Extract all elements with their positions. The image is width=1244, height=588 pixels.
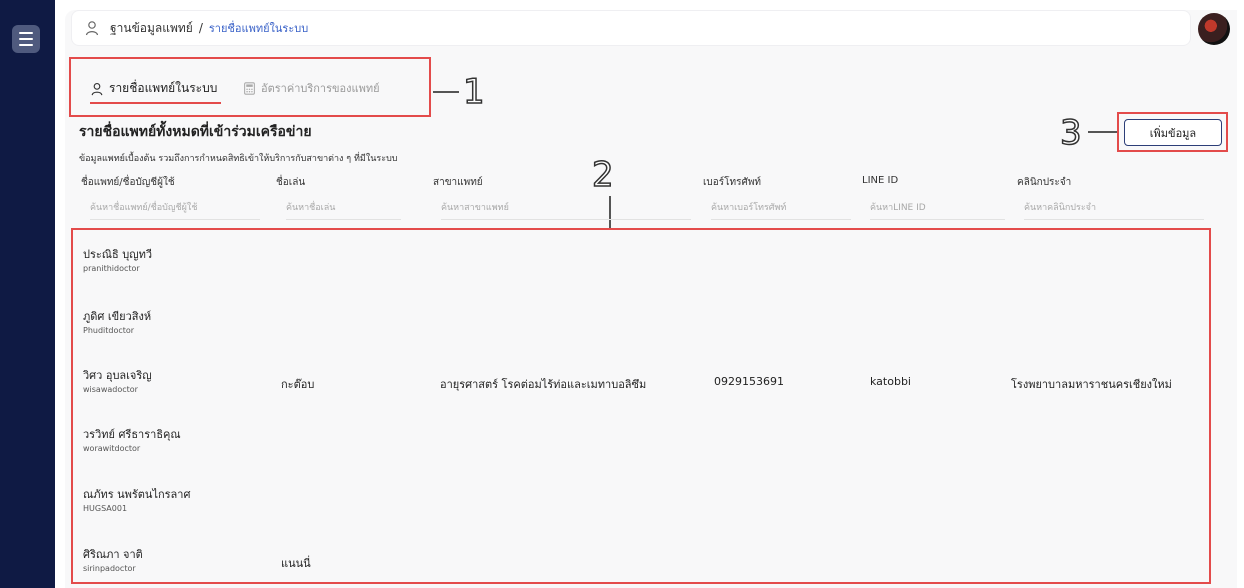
add-doctor-button[interactable]: เพิ่มข้อมูล: [1124, 119, 1222, 146]
breadcrumb-current: รายชื่อแพทย์ในระบบ: [208, 22, 309, 35]
doctor-username: wisawadoctor: [83, 385, 138, 394]
doctor-username: worawitdoctor: [83, 444, 141, 453]
doctor-name: วรวิทย์ ศรีธาราธิคุณ: [83, 428, 181, 441]
tab-doctor-list[interactable]: รายชื่อแพทย์ในระบบ: [90, 79, 217, 98]
doctor-icon: [85, 21, 99, 36]
table-row[interactable]: ณภัทร นพรัตนไกรลาศ HUGSA001: [83, 485, 1193, 543]
clinic-search-input[interactable]: [1024, 196, 1204, 220]
tab-label: รายชื่อแพทย์ในระบบ: [109, 81, 218, 95]
doctor-name: ณภัทร นพรัตนไกรลาศ: [83, 488, 191, 501]
specialty-search-input[interactable]: [441, 196, 691, 220]
column-header-clinic: คลินิกประจำ: [1017, 177, 1072, 188]
doctor-nickname: แนนนี่: [281, 557, 311, 570]
doctor-icon: [91, 82, 103, 95]
callout-3-line: [1088, 131, 1117, 133]
page-title: รายชื่อแพทย์ทั้งหมดที่เข้าร่วมเครือข่าย: [79, 124, 312, 140]
page-subtitle: ข้อมูลแพทย์เบื้องต้น รวมถึงการกำหนดสิทธิ…: [79, 154, 398, 164]
tab-label: อัตราค่าบริการของแพทย์: [261, 82, 380, 95]
doctor-specialty: อายุรศาสตร์ โรคต่อมไร้ท่อและเมทาบอลิซึม: [440, 378, 647, 391]
line-id-search-input[interactable]: [870, 196, 1005, 220]
doctor-username: pranithidoctor: [83, 264, 140, 273]
doctor-username: HUGSA001: [83, 504, 128, 513]
doctor-search-input[interactable]: [90, 196, 260, 220]
doctor-name: ประณิธิ บุญทวี: [83, 248, 152, 261]
nickname-search-input[interactable]: [286, 196, 401, 220]
column-header-specialty: สาขาแพทย์: [433, 177, 483, 188]
active-tab-indicator: [90, 102, 221, 104]
column-header-phone: เบอร์โทรศัพท์: [703, 177, 762, 188]
breadcrumb-root[interactable]: ฐานข้อมูลแพทย์: [110, 19, 193, 38]
hamburger-menu-icon[interactable]: [12, 25, 40, 53]
breadcrumb: ฐานข้อมูลแพทย์ / รายชื่อแพทย์ในระบบ: [71, 10, 1191, 46]
tab-doctor-fees[interactable]: อัตราค่าบริการของแพทย์: [243, 79, 380, 97]
column-header-line-id: LINE ID: [862, 175, 899, 186]
callout-3-number: 3: [1059, 113, 1082, 153]
breadcrumb-separator: /: [198, 21, 203, 35]
doctor-phone: 0929153691: [714, 375, 784, 388]
callout-2-number: 2: [591, 155, 614, 195]
main-content: ฐานข้อมูลแพทย์ / รายชื่อแพทย์ในระบบ รายช…: [55, 0, 1244, 588]
doctor-name: วิศว อุบลเจริญ: [83, 369, 152, 382]
callout-1-line: [433, 91, 459, 93]
table-row[interactable]: วรวิทย์ ศรีธาราธิคุณ worawitdoctor: [83, 425, 1193, 483]
table-row[interactable]: ศิริณภา จาติ sirinpadoctor แนนนี่: [83, 545, 1193, 588]
doctor-line-id: katobbi: [870, 375, 911, 388]
doctor-nickname: กะต๊อบ: [281, 378, 315, 391]
doctor-username: Phuditdoctor: [83, 326, 135, 335]
table-row[interactable]: ประณิธิ บุญทวี pranithidoctor: [83, 245, 1193, 303]
column-header-doctor: ชื่อแพทย์/ชื่อบัญชีผู้ใช้: [81, 177, 175, 188]
phone-search-input[interactable]: [711, 196, 851, 220]
doctor-name: ศิริณภา จาติ: [83, 548, 143, 561]
table-row[interactable]: ภูดิศ เขียวสิงห์ Phuditdoctor: [83, 307, 1193, 365]
column-header-nickname: ชื่อเล่น: [276, 177, 306, 188]
doctor-username: sirinpadoctor: [83, 564, 136, 573]
doctor-name: ภูดิศ เขียวสิงห์: [83, 310, 152, 323]
table-row[interactable]: วิศว อุบลเจริญ wisawadoctor กะต๊อบ อายุร…: [83, 366, 1193, 424]
navigation-rail: [0, 0, 55, 588]
user-avatar[interactable]: [1198, 13, 1230, 45]
callout-1-number: 1: [462, 72, 485, 112]
calculator-icon: [244, 81, 255, 95]
doctor-clinic: โรงพยาบาลมหาราชนครเชียงใหม่: [1011, 378, 1172, 391]
